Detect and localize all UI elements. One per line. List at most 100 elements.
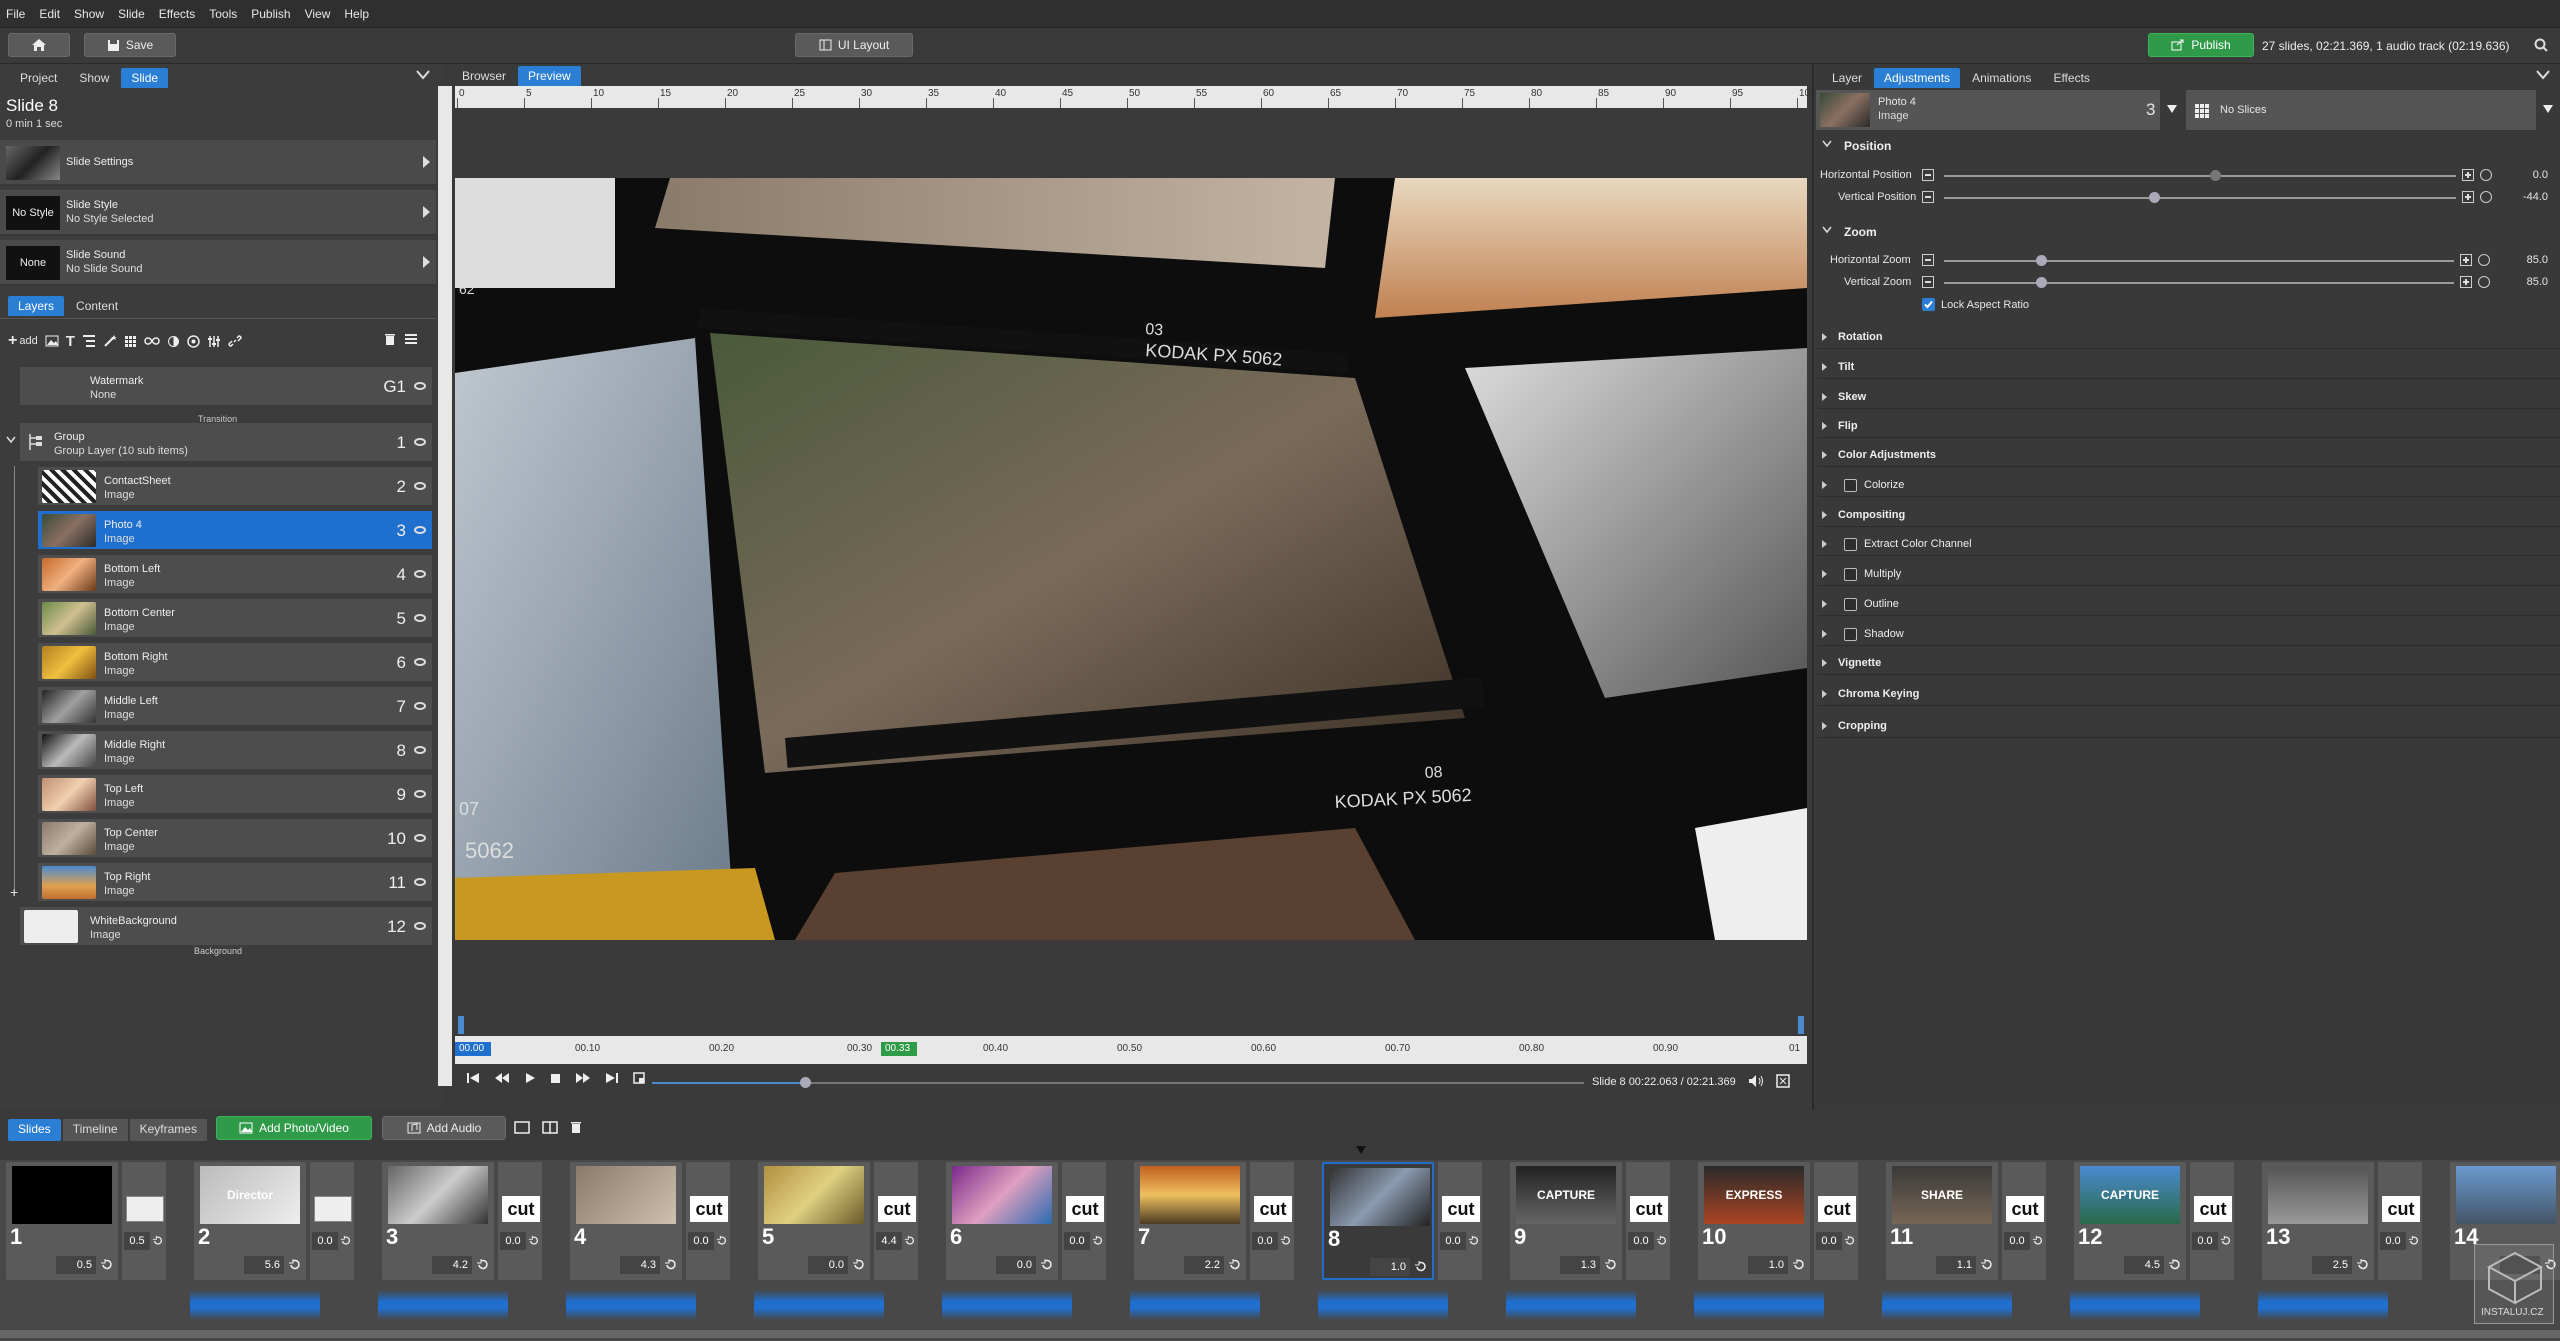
- reset-icon[interactable]: [152, 1235, 164, 1247]
- adjust-sliders-icon[interactable]: [207, 335, 221, 348]
- transition-7[interactable]: cut 0.0: [1250, 1162, 1294, 1280]
- section-vignette[interactable]: Vignette: [1838, 657, 1881, 669]
- menu-tools[interactable]: Tools: [209, 7, 237, 21]
- add-icon[interactable]: +: [8, 332, 17, 350]
- image-icon[interactable]: [45, 335, 59, 347]
- slide-duration[interactable]: 4.5: [2124, 1256, 2164, 1274]
- plus-button[interactable]: [2462, 169, 2474, 181]
- slide-duration[interactable]: 1.3: [1560, 1256, 1600, 1274]
- audio-waveform[interactable]: [1882, 1290, 2012, 1320]
- section-flip[interactable]: Flip: [1838, 420, 1858, 432]
- layer-selector[interactable]: Photo 4 Image 3: [1816, 90, 2160, 130]
- slider-track[interactable]: [1944, 197, 2456, 199]
- chevron-right-icon[interactable]: [1822, 333, 1827, 341]
- slide-2[interactable]: Director 2 5.6: [194, 1162, 306, 1280]
- transition-duration[interactable]: 0.0: [1628, 1232, 1654, 1250]
- audio-waveform[interactable]: [1506, 1290, 1636, 1320]
- tab-slides[interactable]: Slides: [8, 1119, 61, 1141]
- slide-duration[interactable]: 4.3: [620, 1256, 660, 1274]
- section-shadow[interactable]: Shadow: [1864, 628, 1904, 640]
- reset-icon[interactable]: [2408, 1235, 2420, 1247]
- reset-icon[interactable]: [528, 1235, 540, 1247]
- slider-knob[interactable]: [2035, 255, 2047, 266]
- split-view-icon[interactable]: [542, 1121, 558, 1134]
- tab-animations[interactable]: Animations: [1962, 68, 2041, 88]
- dropdown-arrow-icon[interactable]: [2542, 104, 2554, 114]
- reset-icon[interactable]: [1604, 1258, 1618, 1272]
- plus-button[interactable]: [2460, 254, 2472, 266]
- menu-show[interactable]: Show: [74, 7, 104, 21]
- audio-waveform[interactable]: [1130, 1290, 1260, 1320]
- reset-icon[interactable]: [2168, 1258, 2182, 1272]
- transition-duration[interactable]: 0.0: [2192, 1232, 2218, 1250]
- reset-icon[interactable]: [1844, 1235, 1856, 1247]
- volume-icon[interactable]: [1748, 1074, 1764, 1088]
- slider-track[interactable]: [1944, 260, 2454, 262]
- reset-icon[interactable]: [2032, 1235, 2044, 1247]
- collapse-chevron-icon[interactable]: [6, 436, 16, 444]
- transition-10[interactable]: cut 0.0: [1814, 1162, 1858, 1280]
- rewind-icon[interactable]: [494, 1072, 510, 1084]
- reset-icon[interactable]: [1280, 1235, 1292, 1247]
- tab-effects[interactable]: Effects: [2043, 68, 2099, 88]
- transition-8[interactable]: cut 0.0: [1438, 1162, 1482, 1280]
- slide-duration[interactable]: 2.2: [1184, 1256, 1224, 1274]
- transition-11[interactable]: cut 0.0: [2002, 1162, 2046, 1280]
- reset-icon[interactable]: [1468, 1235, 1480, 1247]
- trash-icon[interactable]: [570, 1120, 582, 1134]
- menu-help[interactable]: Help: [344, 7, 369, 21]
- tab-project[interactable]: Project: [10, 68, 67, 88]
- chevron-right-icon[interactable]: [1822, 363, 1827, 371]
- reset-icon[interactable]: [2480, 191, 2492, 203]
- section-zoom[interactable]: Zoom: [1844, 225, 1877, 239]
- playback-knob[interactable]: [800, 1077, 811, 1088]
- slide-settings-row[interactable]: Slide Settings: [0, 140, 436, 186]
- eye-icon[interactable]: [414, 834, 426, 842]
- add-photo-video-button[interactable]: Add Photo/Video: [216, 1116, 372, 1140]
- single-view-icon[interactable]: [514, 1121, 530, 1134]
- transition-duration[interactable]: 0.0: [1064, 1232, 1090, 1250]
- slide-4[interactable]: 4 4.3: [570, 1162, 682, 1280]
- transition-13[interactable]: cut 0.0: [2378, 1162, 2422, 1280]
- transition-2[interactable]: 0.0: [310, 1162, 354, 1280]
- fast-forward-icon[interactable]: [575, 1072, 591, 1084]
- reset-icon[interactable]: [1040, 1258, 1054, 1272]
- play-icon[interactable]: [524, 1072, 536, 1084]
- link-icon[interactable]: [228, 334, 242, 348]
- audio-waveform[interactable]: [2258, 1290, 2388, 1320]
- chevron-right-icon[interactable]: [1822, 722, 1827, 730]
- eye-icon[interactable]: [414, 438, 426, 446]
- eye-icon[interactable]: [414, 746, 426, 754]
- transition-3[interactable]: cut 0.0: [498, 1162, 542, 1280]
- minus-button[interactable]: [1922, 191, 1934, 203]
- tab-timeline[interactable]: Timeline: [62, 1119, 128, 1141]
- skip-end-icon[interactable]: [605, 1072, 619, 1084]
- eye-icon[interactable]: [414, 922, 426, 930]
- slide-7[interactable]: 7 2.2: [1134, 1162, 1246, 1280]
- transition-duration[interactable]: 0.0: [2004, 1232, 2030, 1250]
- tab-preview[interactable]: Preview: [518, 66, 581, 86]
- menu-publish[interactable]: Publish: [251, 7, 290, 21]
- slide-duration[interactable]: 0.0: [808, 1256, 848, 1274]
- transition-duration[interactable]: 0.0: [312, 1232, 338, 1250]
- home-button[interactable]: [8, 33, 70, 57]
- preview-canvas[interactable]: 03 KODAK PX 5062 08 KODAK PX 5062 5062 0…: [455, 178, 1807, 940]
- reset-icon[interactable]: [2480, 169, 2492, 181]
- slide-duration[interactable]: 0.0: [996, 1256, 1036, 1274]
- minus-button[interactable]: [1922, 254, 1934, 266]
- slices-selector[interactable]: No Slices: [2186, 90, 2536, 130]
- tab-browser[interactable]: Browser: [452, 66, 516, 86]
- reset-icon[interactable]: [716, 1235, 728, 1247]
- tab-content[interactable]: Content: [66, 296, 128, 316]
- section-position[interactable]: Position: [1844, 139, 1891, 153]
- slide-3[interactable]: 3 4.2: [382, 1162, 494, 1280]
- menu-icon[interactable]: [404, 333, 418, 345]
- transition-duration[interactable]: 4.4: [876, 1232, 902, 1250]
- slide-duration[interactable]: 1.0: [1370, 1258, 1410, 1276]
- stop-icon[interactable]: [550, 1073, 561, 1084]
- section-colorize[interactable]: Colorize: [1864, 479, 1904, 491]
- add-sublayer-icon[interactable]: +: [10, 884, 18, 900]
- reset-icon[interactable]: [1414, 1260, 1428, 1274]
- loop-icon[interactable]: [633, 1072, 645, 1084]
- reset-icon[interactable]: [1656, 1235, 1668, 1247]
